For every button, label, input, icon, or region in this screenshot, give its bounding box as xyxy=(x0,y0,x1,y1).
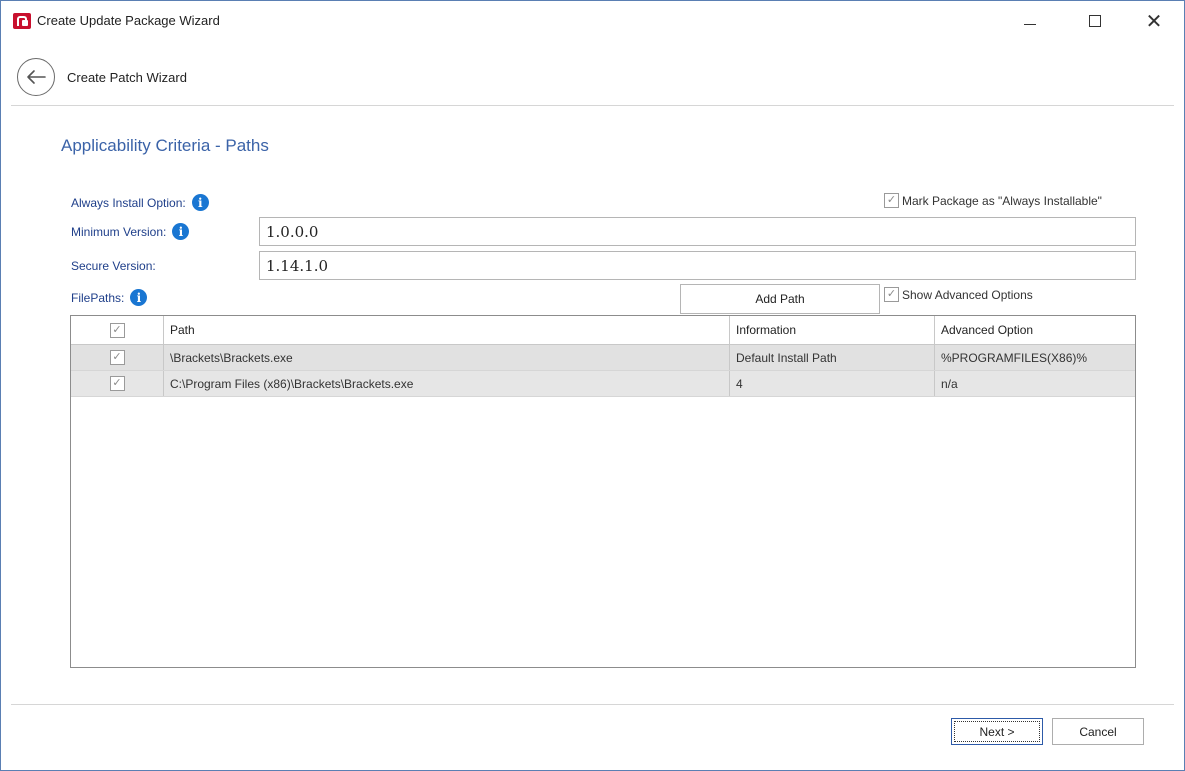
column-header-information[interactable]: Information xyxy=(729,316,934,344)
information-cell[interactable]: 4 xyxy=(729,371,934,396)
always-install-option-label: Always Install Option: i xyxy=(71,194,209,211)
secure-version-label: Secure Version: xyxy=(71,259,156,273)
show-advanced-options[interactable]: ✓ Show Advanced Options xyxy=(884,287,1033,302)
show-advanced-label: Show Advanced Options xyxy=(902,287,1033,302)
next-button[interactable]: Next > xyxy=(951,718,1043,745)
add-path-button[interactable]: Add Path xyxy=(680,284,880,314)
table-row[interactable]: ✓ \Brackets\Brackets.exe Default Install… xyxy=(71,345,1135,371)
mark-always-installable-label: Mark Package as "Always Installable" xyxy=(902,193,1102,208)
path-cell[interactable]: C:\Program Files (x86)\Brackets\Brackets… xyxy=(163,371,729,396)
information-cell[interactable]: Default Install Path xyxy=(729,345,934,370)
filepaths-label: FilePaths: i xyxy=(71,289,148,306)
secure-version-input[interactable]: 1.14.1.0 xyxy=(259,251,1136,280)
window-title: Create Update Package Wizard xyxy=(37,13,220,28)
footer-divider xyxy=(11,704,1174,705)
select-all-checkbox[interactable]: ✓ xyxy=(109,322,125,338)
info-icon[interactable]: i xyxy=(172,223,190,240)
close-icon: ✕ xyxy=(1145,9,1163,33)
advanced-option-cell[interactable]: %PROGRAMFILES(X86)% xyxy=(934,345,1135,370)
filepaths-text: FilePaths: xyxy=(71,290,125,305)
info-icon[interactable]: i xyxy=(130,289,148,306)
row-check-cell[interactable]: ✓ xyxy=(71,345,163,370)
wizard-nav-bar: Create Patch Wizard xyxy=(1,53,1184,105)
close-button[interactable]: ✕ xyxy=(1125,1,1183,41)
header-divider xyxy=(11,105,1174,106)
column-header-path[interactable]: Path xyxy=(163,316,729,344)
secure-version-text: Secure Version: xyxy=(71,259,156,273)
minimum-version-label: Minimum Version: i xyxy=(71,223,190,240)
app-logo-icon xyxy=(13,13,31,29)
advanced-option-cell[interactable]: n/a xyxy=(934,371,1135,396)
row-checkbox[interactable]: ✓ xyxy=(109,350,125,365)
select-all-cell[interactable]: ✓ xyxy=(71,316,163,344)
back-nav-label[interactable]: Create Patch Wizard xyxy=(67,70,187,85)
minimize-icon xyxy=(1024,23,1036,25)
mark-always-installable-checkbox[interactable]: ✓ xyxy=(884,193,899,208)
arrow-left-icon xyxy=(27,70,46,84)
always-install-option-text: Always Install Option: xyxy=(71,195,186,210)
grid-header: ✓ Path Information Advanced Option xyxy=(71,316,1135,345)
show-advanced-checkbox[interactable]: ✓ xyxy=(884,287,899,302)
row-checkbox[interactable]: ✓ xyxy=(109,376,125,391)
minimum-version-input[interactable]: 1.0.0.0 xyxy=(259,217,1136,246)
column-header-advanced-option[interactable]: Advanced Option xyxy=(934,316,1135,344)
cancel-button[interactable]: Cancel xyxy=(1052,718,1144,745)
maximize-button[interactable] xyxy=(1066,1,1124,41)
back-button[interactable] xyxy=(17,58,55,96)
file-paths-grid[interactable]: ✓ Path Information Advanced Option ✓ \Br… xyxy=(70,315,1136,668)
info-icon[interactable]: i xyxy=(191,194,209,211)
wizard-window: Create Update Package Wizard ✕ Create Pa… xyxy=(0,0,1185,771)
path-cell[interactable]: \Brackets\Brackets.exe xyxy=(163,345,729,370)
minimum-version-text: Minimum Version: xyxy=(71,224,167,239)
mark-always-installable-option[interactable]: ✓ Mark Package as "Always Installable" xyxy=(884,193,1102,208)
minimize-button[interactable] xyxy=(1001,1,1059,41)
maximize-icon xyxy=(1089,15,1101,27)
row-check-cell[interactable]: ✓ xyxy=(71,371,163,396)
table-row[interactable]: ✓ C:\Program Files (x86)\Brackets\Bracke… xyxy=(71,371,1135,397)
title-bar: Create Update Package Wizard ✕ xyxy=(1,1,1184,41)
page-title: Applicability Criteria - Paths xyxy=(61,136,269,155)
